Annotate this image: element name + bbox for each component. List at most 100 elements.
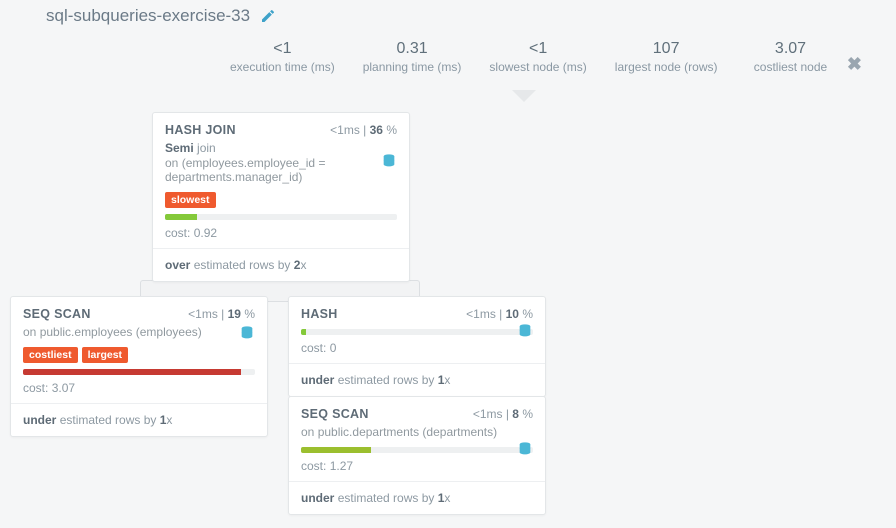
- stat-value: 0.31: [363, 40, 462, 58]
- node-metrics: <1ms | 19 %: [188, 307, 255, 321]
- est-x: x: [300, 258, 306, 272]
- node-time: <1: [466, 307, 480, 321]
- tag-largest: largest: [82, 347, 128, 363]
- database-icon[interactable]: [381, 153, 397, 172]
- node-header: SEQ SCAN <1ms | 19 %: [23, 307, 255, 321]
- on-prefix: on: [23, 325, 36, 339]
- node-time-unit: ms: [487, 407, 503, 421]
- est-mid: estimated rows by: [338, 373, 435, 387]
- edit-icon[interactable]: [260, 8, 276, 24]
- node-time-unit: ms: [344, 123, 360, 137]
- on-expr: public.employees (employees): [40, 325, 202, 339]
- pointer-triangle-icon: [512, 90, 536, 102]
- node-header: SEQ SCAN <1ms | 8 %: [301, 407, 533, 421]
- node-type: HASH: [301, 307, 338, 321]
- cost-bar-fill: [165, 214, 197, 220]
- database-icon[interactable]: [517, 441, 533, 460]
- page-title-row: sql-subqueries-exercise-33: [46, 6, 276, 26]
- stat-label: costliest node: [746, 60, 836, 74]
- node-time-unit: ms: [202, 307, 218, 321]
- plan-node-hash[interactable]: HASH <1ms | 10 % cost: 0 under estimated…: [288, 296, 546, 397]
- stat-costliest-node: 3.07 costliest node: [746, 40, 836, 74]
- estimate-line: over estimated rows by 2x: [165, 249, 397, 281]
- database-icon[interactable]: [517, 323, 533, 342]
- node-metrics: <1ms | 36 %: [330, 123, 397, 137]
- cost-value: 1.27: [330, 459, 353, 473]
- node-time-unit: ms: [480, 307, 496, 321]
- node-type: SEQ SCAN: [301, 407, 369, 421]
- node-metrics: <1ms | 10 %: [466, 307, 533, 321]
- stats-bar: <1 execution time (ms) 0.31 planning tim…: [230, 40, 836, 74]
- cost-value: 0: [330, 341, 337, 355]
- plan-title: sql-subqueries-exercise-33: [46, 6, 250, 26]
- estimate-line: under estimated rows by 1x: [23, 404, 255, 436]
- cost-bar: [301, 447, 533, 453]
- cost-bar: [301, 329, 533, 335]
- stat-label: execution time (ms): [230, 60, 335, 74]
- stat-value: 107: [615, 40, 718, 58]
- stat-label: slowest node (ms): [489, 60, 586, 74]
- estimate-line: under estimated rows by 1x: [301, 364, 533, 396]
- node-metrics: <1ms | 8 %: [473, 407, 533, 421]
- on-clause: on public.employees (employees): [23, 325, 255, 339]
- stat-largest-node: 107 largest node (rows): [615, 40, 718, 74]
- estimate-line: under estimated rows by 1x: [301, 482, 533, 514]
- on-expr: (employees.employee_id = departments.man…: [165, 156, 325, 184]
- node-type: HASH JOIN: [165, 123, 236, 137]
- node-time: <1: [473, 407, 487, 421]
- node-header: HASH <1ms | 10 %: [301, 307, 533, 321]
- stat-slowest-node: <1 slowest node (ms): [489, 40, 586, 74]
- stat-planning-time: 0.31 planning time (ms): [363, 40, 462, 74]
- tag-costliest: costliest: [23, 347, 78, 363]
- plan-node-hash-join[interactable]: HASH JOIN <1ms | 36 % Semi join on (empl…: [152, 112, 410, 282]
- join-kind-word: Semi: [165, 141, 194, 155]
- stat-value: <1: [489, 40, 586, 58]
- est-x: x: [444, 373, 450, 387]
- on-clause: on public.departments (departments): [301, 425, 533, 439]
- cost-bar-fill: [23, 369, 241, 375]
- est-mid: estimated rows by: [194, 258, 291, 272]
- est-mid: estimated rows by: [60, 413, 157, 427]
- on-prefix: on: [301, 425, 314, 439]
- node-pct: 19: [228, 307, 241, 321]
- tag-slowest: slowest: [165, 192, 216, 208]
- stat-value: <1: [230, 40, 335, 58]
- est-x: x: [166, 413, 172, 427]
- cost-line: cost: 0.92: [165, 226, 397, 240]
- node-time: <1: [188, 307, 202, 321]
- node-pct: 10: [506, 307, 519, 321]
- cost-bar-fill: [301, 329, 306, 335]
- join-kind: Semi join: [165, 141, 397, 155]
- tag-list: costliest largest: [23, 347, 255, 363]
- cost-line: cost: 1.27: [301, 459, 533, 473]
- stat-execution-time: <1 execution time (ms): [230, 40, 335, 74]
- cost-value: 3.07: [52, 381, 75, 395]
- cost-label: cost:: [23, 381, 48, 395]
- est-dir: over: [165, 258, 190, 272]
- cost-value: 0.92: [194, 226, 217, 240]
- stat-value: 3.07: [746, 40, 836, 58]
- plan-node-seq-scan-employees[interactable]: SEQ SCAN <1ms | 19 % on public.employees…: [10, 296, 268, 437]
- cost-bar: [23, 369, 255, 375]
- tag-list: slowest: [165, 192, 397, 208]
- cost-bar: [165, 214, 397, 220]
- on-expr: public.departments (departments): [318, 425, 497, 439]
- on-prefix: on: [165, 156, 178, 170]
- est-dir: under: [301, 373, 334, 387]
- node-type: SEQ SCAN: [23, 307, 91, 321]
- join-kind-suffix: join: [197, 141, 216, 155]
- cost-bar-fill: [301, 447, 371, 453]
- node-pct: 8: [512, 407, 519, 421]
- close-icon[interactable]: ✖: [847, 54, 862, 75]
- database-icon[interactable]: [239, 325, 255, 344]
- node-time: <1: [330, 123, 344, 137]
- cost-line: cost: 3.07: [23, 381, 255, 395]
- est-dir: under: [23, 413, 56, 427]
- cost-label: cost:: [165, 226, 190, 240]
- stat-label: planning time (ms): [363, 60, 462, 74]
- node-pct: 36: [370, 123, 383, 137]
- est-dir: under: [301, 491, 334, 505]
- on-clause: on (employees.employee_id = departments.…: [165, 156, 397, 184]
- plan-node-seq-scan-departments[interactable]: SEQ SCAN <1ms | 8 % on public.department…: [288, 396, 546, 515]
- cost-label: cost:: [301, 459, 326, 473]
